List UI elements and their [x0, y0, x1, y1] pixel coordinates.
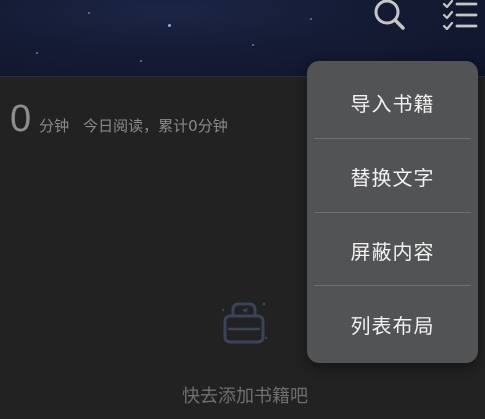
- reading-minutes: 0: [10, 98, 32, 140]
- more-menu-button[interactable]: [438, 0, 482, 30]
- popup-menu: 导入书籍 替换文字 屏蔽内容 列表布局: [307, 61, 478, 363]
- menu-item-replace-text[interactable]: 替换文字: [314, 139, 471, 213]
- search-button[interactable]: [368, 0, 412, 30]
- reading-stats: 0 分钟 今日阅读，累计0分钟: [10, 100, 228, 138]
- checklist-icon: [442, 0, 478, 30]
- star-decoration: [140, 60, 142, 62]
- menu-divider: [314, 285, 471, 286]
- search-icon: [374, 0, 405, 30]
- menu-item-block-content[interactable]: 屏蔽内容: [314, 213, 471, 287]
- menu-item-import-books[interactable]: 导入书籍: [314, 65, 471, 139]
- today-reading-summary: 今日阅读，累计0分钟: [83, 117, 228, 135]
- star-decoration: [252, 44, 254, 46]
- empty-state-text: 快去添加书籍吧: [182, 386, 308, 407]
- menu-item-list-layout[interactable]: 列表布局: [314, 287, 471, 361]
- star-decoration: [88, 12, 90, 14]
- book-box-icon: [221, 302, 268, 344]
- minutes-unit: 分钟: [39, 117, 70, 135]
- star-decoration: [36, 52, 38, 54]
- star-decoration: [310, 18, 312, 20]
- star-decoration: [168, 24, 171, 27]
